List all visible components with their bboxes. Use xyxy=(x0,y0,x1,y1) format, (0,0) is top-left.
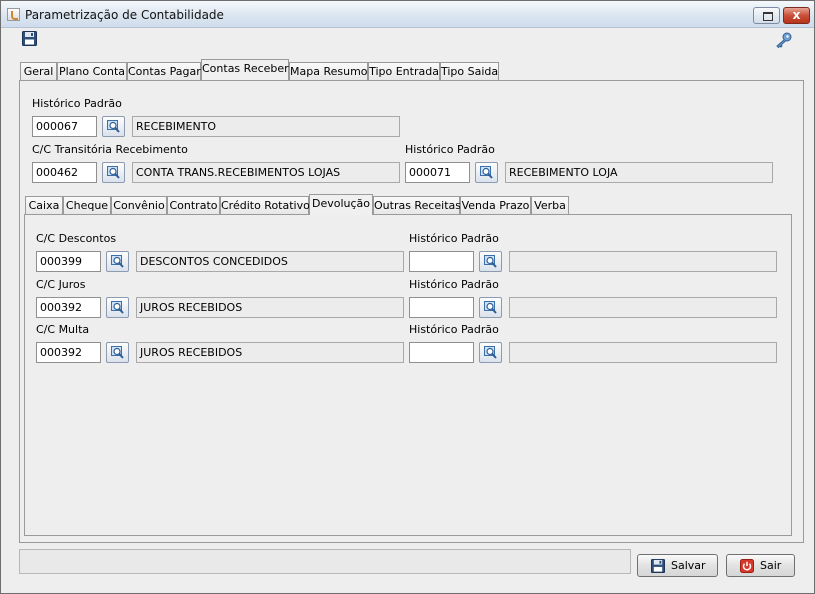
save-icon[interactable] xyxy=(22,31,37,46)
cc-descontos-label: C/C Descontos xyxy=(36,232,117,245)
cc-transitoria-lookup-button[interactable] xyxy=(102,162,125,183)
subtab-verba[interactable]: Verba xyxy=(531,196,569,215)
cc-descontos-desc: DESCONTOS CONCEDIDOS xyxy=(136,251,404,272)
cc-multa-lookup-button[interactable] xyxy=(106,342,129,363)
magnifier-icon xyxy=(107,166,120,179)
magnifier-icon xyxy=(484,301,497,314)
cc-descontos-hist-code-input[interactable] xyxy=(409,251,474,272)
historico-padrao-code-input[interactable] xyxy=(32,116,97,137)
historico-padrao-label: Histórico Padrão xyxy=(32,97,122,110)
magnifier-icon xyxy=(111,301,124,314)
tab-plano-conta[interactable]: Plano Conta xyxy=(57,62,127,81)
historico-padrao-lookup-button[interactable] xyxy=(102,116,125,137)
cc-transitoria-label: C/C Transitória Recebimento xyxy=(32,143,188,156)
cc-transitoria-code-input[interactable] xyxy=(32,162,97,183)
magnifier-icon xyxy=(484,255,497,268)
magnifier-icon xyxy=(480,166,493,179)
cc-multa-hist-lookup-button[interactable] xyxy=(479,342,502,363)
cc-descontos-hist-label: Histórico Padrão xyxy=(409,232,499,245)
subtab-contrato[interactable]: Contrato xyxy=(167,196,220,215)
cc-juros-hist-label: Histórico Padrão xyxy=(409,278,499,291)
cc-multa-code-input[interactable] xyxy=(36,342,101,363)
subtab-outras-receitas[interactable]: Outras Receitas xyxy=(373,196,461,215)
subtab-venda-prazo[interactable]: Venda Prazo xyxy=(460,196,531,215)
cc-descontos-lookup-button[interactable] xyxy=(106,251,129,272)
cc-descontos-code-input[interactable] xyxy=(36,251,101,272)
tab-geral[interactable]: Geral xyxy=(20,62,57,81)
historico-padrao-2-code-input[interactable] xyxy=(405,162,470,183)
subtab-convenio[interactable]: Convênio xyxy=(111,196,167,215)
tab-contas-pagar[interactable]: Contas Pagar xyxy=(127,62,201,81)
window-title: Parametrização de Contabilidade xyxy=(25,8,224,22)
cc-juros-code-input[interactable] xyxy=(36,297,101,318)
main-window: Parametrização de Contabilidade x Geral … xyxy=(0,0,815,594)
power-icon xyxy=(740,559,754,573)
tab-contas-receber[interactable]: Contas Receber xyxy=(201,59,289,80)
subtab-caixa[interactable]: Caixa xyxy=(25,196,63,215)
tab-mapa-resumo[interactable]: Mapa Resumo xyxy=(289,62,368,81)
subtab-cheque[interactable]: Cheque xyxy=(63,196,111,215)
cc-juros-lookup-button[interactable] xyxy=(106,297,129,318)
cc-juros-desc: JUROS RECEBIDOS xyxy=(136,297,404,318)
cc-juros-label: C/C Juros xyxy=(36,278,86,291)
historico-padrao-desc: RECEBIMENTO xyxy=(132,116,400,137)
subtab-credito-rotativo[interactable]: Crédito Rotativo xyxy=(220,196,310,215)
exit-button[interactable]: Sair xyxy=(726,554,795,577)
historico-padrao-2-desc: RECEBIMENTO LOJA xyxy=(505,162,773,183)
cc-descontos-hist-desc xyxy=(509,251,777,272)
tab-tipo-saida[interactable]: Tipo Saida xyxy=(440,62,499,81)
subtab-devolucao[interactable]: Devolução xyxy=(309,194,373,215)
cc-juros-hist-lookup-button[interactable] xyxy=(479,297,502,318)
save-icon xyxy=(651,559,665,573)
java-app-icon xyxy=(7,8,20,21)
cc-juros-hist-code-input[interactable] xyxy=(409,297,474,318)
close-button[interactable]: x xyxy=(783,7,810,24)
historico-padrao-2-label: Histórico Padrão xyxy=(405,143,495,156)
cc-multa-hist-desc xyxy=(509,342,777,363)
cc-multa-hist-label: Histórico Padrão xyxy=(409,323,499,336)
historico-padrao-2-lookup-button[interactable] xyxy=(475,162,498,183)
tab-tipo-entrada[interactable]: Tipo Entrada xyxy=(368,62,440,81)
title-bar: Parametrização de Contabilidade x xyxy=(1,1,814,28)
save-button[interactable]: Salvar xyxy=(637,554,718,577)
restore-button[interactable] xyxy=(753,7,780,24)
magnifier-icon xyxy=(484,346,497,359)
cc-multa-desc: JUROS RECEBIDOS xyxy=(136,342,404,363)
status-bar xyxy=(19,549,631,574)
save-button-label: Salvar xyxy=(671,559,706,572)
magnifier-icon xyxy=(111,346,124,359)
cc-multa-hist-code-input[interactable] xyxy=(409,342,474,363)
cc-multa-label: C/C Multa xyxy=(36,323,90,336)
magnifier-icon xyxy=(107,120,120,133)
cc-transitoria-desc: CONTA TRANS.RECEBIMENTOS LOJAS xyxy=(132,162,400,183)
cc-descontos-hist-lookup-button[interactable] xyxy=(479,251,502,272)
key-icon[interactable] xyxy=(775,32,793,48)
magnifier-icon xyxy=(111,255,124,268)
exit-button-label: Sair xyxy=(760,559,782,572)
cc-juros-hist-desc xyxy=(509,297,777,318)
